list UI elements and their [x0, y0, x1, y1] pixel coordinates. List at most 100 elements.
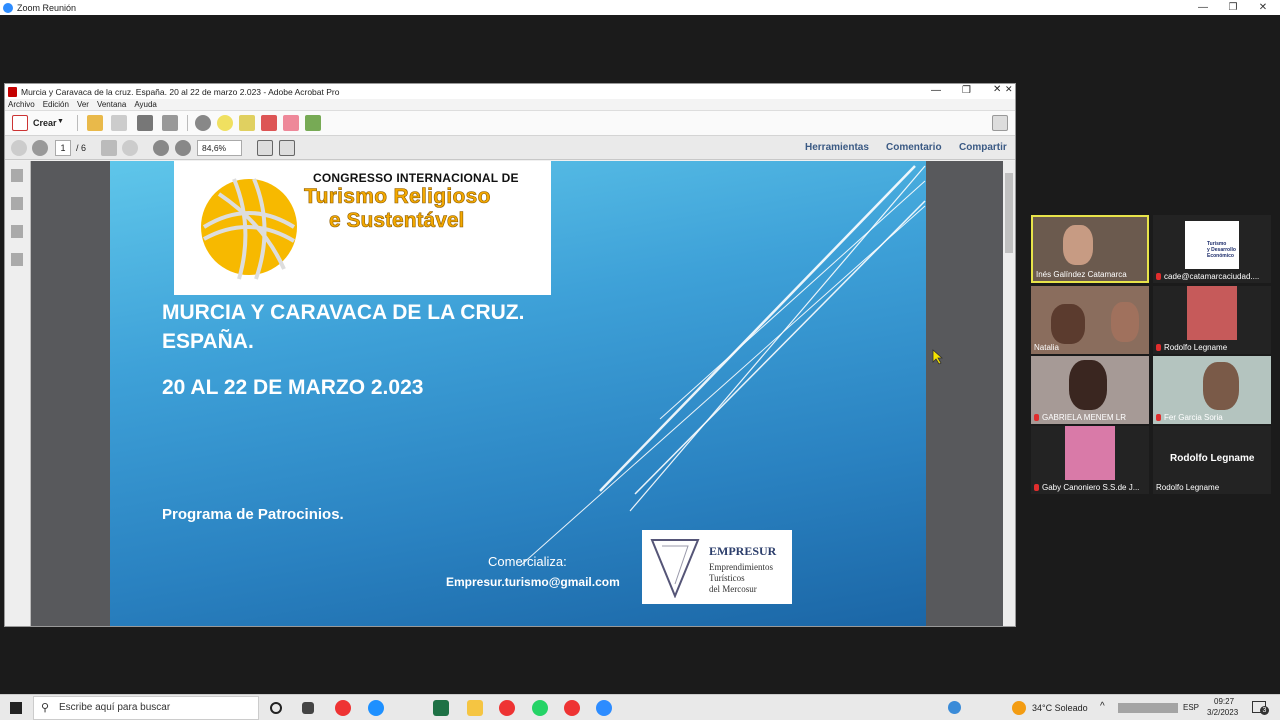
- clock-time[interactable]: 09:27: [1214, 697, 1234, 706]
- zoom-level-select[interactable]: 84,6%: [197, 140, 242, 156]
- next-page-icon[interactable]: [32, 140, 48, 156]
- navigation-toolbar: 1 / 6 84,6% Herramientas Comentario Comp…: [5, 136, 1015, 160]
- chrome-icon[interactable]: [564, 700, 580, 716]
- email-icon[interactable]: [162, 115, 178, 131]
- pages-panel-icon[interactable]: [11, 169, 23, 182]
- menu-ayuda[interactable]: Ayuda: [134, 100, 157, 109]
- windows-start-icon[interactable]: [10, 702, 22, 714]
- menu-ventana[interactable]: Ventana: [97, 100, 126, 109]
- zoom-out-icon[interactable]: [153, 140, 169, 156]
- logo-text-line2: Turismo Religioso: [304, 185, 491, 209]
- participant-tile[interactable]: Fer Garcia Soria: [1153, 356, 1271, 424]
- clock-date[interactable]: 3/2/2023: [1207, 708, 1238, 717]
- participant-name: Rodolfo Legname: [1156, 483, 1220, 492]
- hand-tool-icon[interactable]: [122, 140, 138, 156]
- acrobat-restore-button[interactable]: ❐: [962, 85, 971, 96]
- participant-name: Rodolfo Legname: [1156, 343, 1227, 352]
- export-icon[interactable]: [283, 115, 299, 131]
- cortana-icon[interactable]: [270, 702, 282, 714]
- document-area: CONGRESSO INTERNACIONAL DE Turismo Relig…: [5, 161, 1015, 626]
- participant-video: [1063, 225, 1093, 265]
- muted-mic-icon: [1034, 484, 1039, 491]
- chrome-icon[interactable]: [335, 700, 351, 716]
- edge-icon[interactable]: [368, 700, 384, 716]
- participant-tile[interactable]: Turismo y Desarrollo Económico cade@cata…: [1153, 215, 1271, 283]
- participant-tile[interactable]: Natalia: [1031, 286, 1149, 354]
- scrollbar-thumb[interactable]: [1005, 173, 1013, 253]
- muted-mic-icon: [1156, 414, 1161, 421]
- create-button[interactable]: Crear: [33, 118, 57, 128]
- file-explorer-icon[interactable]: [467, 700, 483, 716]
- participant-tile[interactable]: Rodolfo Legname: [1153, 286, 1271, 354]
- participant-tile[interactable]: Inés Galíndez Catamarca: [1031, 215, 1149, 283]
- participant-logo-line3: Económico: [1207, 253, 1234, 259]
- open-folder-icon[interactable]: [87, 115, 103, 131]
- slide-email: Empresur.turismo@gmail.com: [446, 575, 620, 589]
- tray-chevron-icon[interactable]: ^: [1100, 701, 1105, 712]
- slide-heading-line1: MURCIA Y CARAVACA DE LA CRUZ.: [162, 301, 525, 324]
- sign-icon[interactable]: [261, 115, 277, 131]
- zoom-in-icon[interactable]: [175, 140, 191, 156]
- task-view-icon[interactable]: [302, 702, 314, 714]
- chrome-icon[interactable]: [499, 700, 515, 716]
- participant-video: [1065, 426, 1115, 480]
- participant-tile[interactable]: Rodolfo Legname Rodolfo Legname: [1153, 426, 1271, 494]
- acrobat-minimize-button[interactable]: —: [931, 85, 941, 96]
- zoom-close-button[interactable]: ✕: [1248, 0, 1278, 15]
- menu-bar: Archivo Edición Ver Ventana Ayuda ✕: [5, 84, 1015, 111]
- bookmarks-icon[interactable]: [11, 197, 23, 210]
- main-toolbar: Crear ▼: [5, 111, 1015, 136]
- page-total: / 6: [76, 143, 87, 153]
- muted-mic-icon: [1156, 273, 1161, 280]
- page-number-input[interactable]: 1: [55, 140, 71, 156]
- select-tool-icon[interactable]: [101, 140, 117, 156]
- share-file-icon[interactable]: [305, 115, 321, 131]
- menu-archivo[interactable]: Archivo: [8, 100, 35, 109]
- whatsapp-icon[interactable]: [532, 700, 548, 716]
- zoom-minimize-button[interactable]: —: [1188, 0, 1218, 15]
- comment-icon[interactable]: [217, 115, 233, 131]
- help-icon[interactable]: [948, 701, 961, 714]
- taskbar-search-box[interactable]: ⚲ Escribe aquí para buscar: [33, 696, 259, 720]
- save-icon[interactable]: [111, 115, 127, 131]
- search-placeholder: Escribe aquí para buscar: [59, 702, 171, 713]
- fit-width-icon[interactable]: [279, 140, 295, 156]
- excel-icon[interactable]: [433, 700, 449, 716]
- participant-name-text: cade@catamarcaciudad....: [1164, 272, 1260, 281]
- fit-page-icon[interactable]: [257, 140, 273, 156]
- comment-link[interactable]: Comentario: [886, 142, 942, 153]
- chevron-down-icon[interactable]: ▼: [57, 118, 64, 125]
- previous-page-icon[interactable]: [11, 140, 27, 156]
- weather-icon[interactable]: [1012, 701, 1026, 715]
- zoom-taskbar-icon[interactable]: [596, 700, 612, 716]
- language-indicator[interactable]: ESP: [1183, 703, 1199, 712]
- logo-text-line1: CONGRESSO INTERNACIONAL DE: [313, 171, 519, 185]
- attachment-icon[interactable]: [11, 225, 23, 238]
- navigation-pane: [5, 161, 31, 626]
- vertical-scrollbar[interactable]: [1003, 161, 1015, 626]
- windows-taskbar: ⚲ Escribe aquí para buscar 34°C Soleado …: [0, 694, 1280, 720]
- menu-edicion[interactable]: Edición: [43, 100, 69, 109]
- signature-panel-icon[interactable]: [11, 253, 23, 266]
- highlight-icon[interactable]: [239, 115, 255, 131]
- slide-heading-line2: ESPAÑA.: [162, 330, 254, 353]
- participant-tile[interactable]: Gaby Canoniero S.S.de J...: [1031, 426, 1149, 494]
- participant-tile[interactable]: GABRIELA MENEM LR: [1031, 356, 1149, 424]
- document-close-icon[interactable]: ✕: [1005, 84, 1013, 95]
- menu-ver[interactable]: Ver: [77, 100, 89, 109]
- zoom-restore-button[interactable]: ❐: [1218, 0, 1248, 15]
- participant-video: [1203, 362, 1239, 410]
- print-icon[interactable]: [137, 115, 153, 131]
- expand-icon[interactable]: [992, 115, 1008, 131]
- congress-logo: CONGRESSO INTERNACIONAL DE Turismo Relig…: [174, 161, 551, 295]
- gear-icon[interactable]: [195, 115, 211, 131]
- toolbar-divider: [187, 115, 188, 131]
- tools-link[interactable]: Herramientas: [805, 142, 869, 153]
- acrobat-close-button[interactable]: ✕: [993, 84, 1001, 95]
- notification-icon[interactable]: 3: [1252, 701, 1269, 715]
- weather-text[interactable]: 34°C Soleado: [1032, 703, 1088, 713]
- share-link[interactable]: Compartir: [959, 142, 1007, 153]
- system-tray-icons[interactable]: [1118, 703, 1178, 713]
- notification-count: 3: [1260, 706, 1269, 715]
- participant-logo: Turismo y Desarrollo Económico: [1185, 221, 1239, 269]
